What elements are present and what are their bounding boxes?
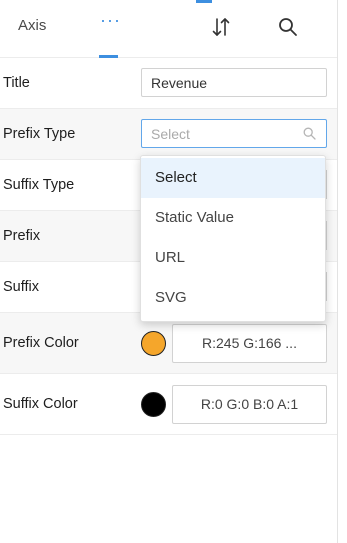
prefix-type-placeholder: Select bbox=[151, 126, 190, 142]
prefix-type-dropdown: Select Static Value URL SVG bbox=[140, 155, 326, 322]
title-label: Title bbox=[3, 75, 30, 91]
title-input[interactable]: Revenue bbox=[141, 68, 327, 97]
panel-edge bbox=[337, 0, 338, 543]
suffix-label: Suffix bbox=[3, 279, 40, 295]
prefix-label: Prefix bbox=[3, 228, 41, 244]
prefix-type-row: Prefix Type Select bbox=[0, 109, 337, 160]
suffix-color-value[interactable]: R:0 G:0 B:0 A:1 bbox=[172, 385, 327, 424]
suffix-color-row: Suffix Color R:0 G:0 B:0 A:1 bbox=[0, 374, 337, 435]
tab-axis[interactable]: Axis bbox=[18, 17, 46, 34]
suffix-color-label: Suffix Color bbox=[3, 396, 78, 412]
tab-more[interactable]: ··· bbox=[100, 10, 121, 31]
prefix-color-value[interactable]: R:245 G:166 ... bbox=[172, 324, 327, 363]
sort-button[interactable] bbox=[208, 14, 234, 40]
title-row: Title Revenue bbox=[0, 58, 337, 109]
search-icon bbox=[279, 18, 297, 36]
sort-icon bbox=[212, 18, 230, 36]
suffix-color-swatch[interactable] bbox=[141, 392, 166, 417]
prefix-type-select[interactable]: Select bbox=[141, 119, 327, 148]
panel-header: Axis ··· bbox=[0, 0, 337, 58]
prefix-color-label: Prefix Color bbox=[3, 335, 79, 351]
dropdown-option-static-value[interactable]: Static Value bbox=[141, 198, 325, 238]
search-icon bbox=[303, 127, 316, 140]
prefix-type-label: Prefix Type bbox=[3, 126, 76, 142]
top-accent-bar bbox=[196, 0, 212, 3]
dropdown-option-url[interactable]: URL bbox=[141, 238, 325, 278]
dropdown-option-svg[interactable]: SVG bbox=[141, 278, 325, 318]
prefix-color-swatch[interactable] bbox=[141, 331, 166, 356]
search-button[interactable] bbox=[275, 14, 301, 40]
dropdown-option-select[interactable]: Select bbox=[141, 158, 325, 198]
prefix-color-row: Prefix Color R:245 G:166 ... bbox=[0, 313, 337, 374]
suffix-type-label: Suffix Type bbox=[3, 177, 75, 193]
